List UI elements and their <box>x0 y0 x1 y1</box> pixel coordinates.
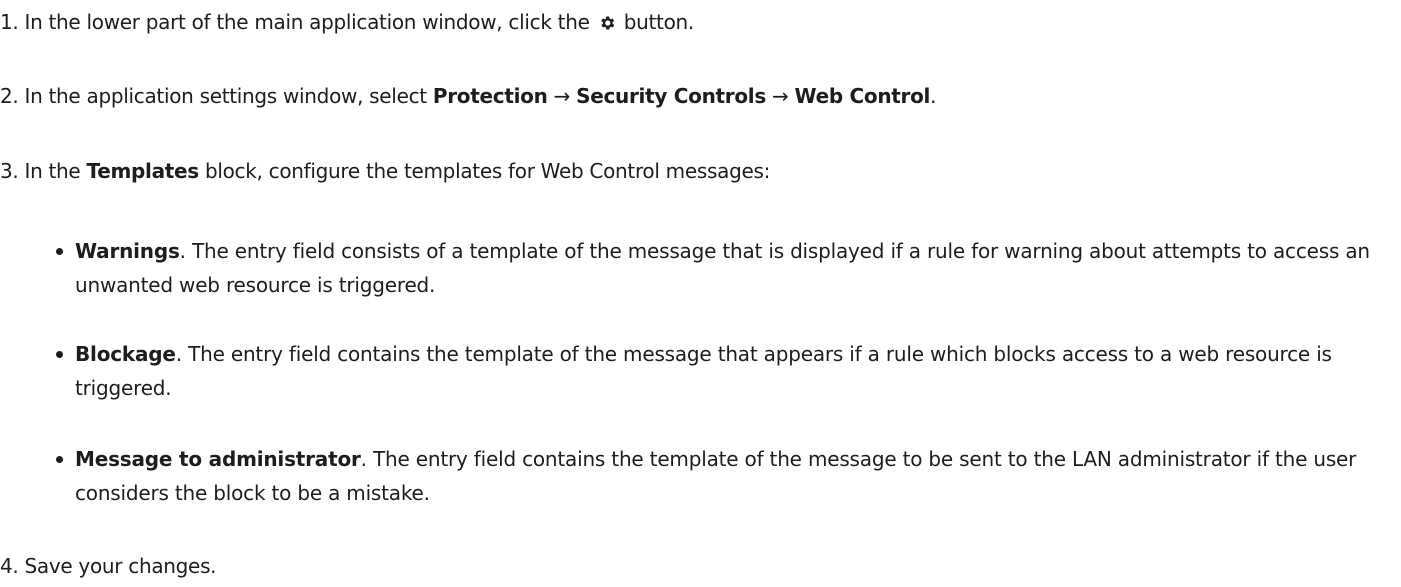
list-item-blockage: Blockage. The entry field contains the t… <box>56 337 1395 405</box>
term-warnings: Warnings <box>75 239 180 263</box>
step-number: 3. <box>0 159 19 183</box>
item-description: . The entry field consists of a template… <box>75 239 1370 297</box>
item-description: . The entry field contains the template … <box>75 342 1332 400</box>
instruction-document: 1. In the lower part of the main applicat… <box>0 0 1401 587</box>
step-3: 3. In the Templates block, configure the … <box>0 157 770 185</box>
step-text-after: block, configure the templates for Web C… <box>204 159 771 183</box>
term-templates: Templates <box>86 159 200 183</box>
step-text: Save your changes. <box>24 554 217 578</box>
step-text: In the application settings window, sele… <box>24 84 427 108</box>
step-text: In the lower part of the main applicatio… <box>24 10 590 34</box>
step-1: 1. In the lower part of the main applicat… <box>0 8 694 36</box>
arrow: → <box>772 84 789 108</box>
arrow: → <box>553 84 571 108</box>
period: . <box>930 84 937 108</box>
step-4: 4. Save your changes. <box>0 552 217 580</box>
list-item-warnings: Warnings. The entry field consists of a … <box>56 234 1395 302</box>
step-number: 4. <box>0 554 19 578</box>
step-number: 2. <box>0 84 19 108</box>
path-security-controls: Security Controls <box>576 84 766 108</box>
path-web-control: Web Control <box>794 84 931 108</box>
step-2: 2. In the application settings window, se… <box>0 82 936 110</box>
term-blockage: Blockage <box>75 342 176 366</box>
gear-icon <box>600 16 614 30</box>
step-text-after: button. <box>623 10 695 34</box>
term-message-to-administrator: Message to administrator <box>75 447 361 471</box>
step-text: In the <box>24 159 81 183</box>
list-item-message-to-administrator: Message to administrator. The entry fiel… <box>56 442 1395 510</box>
path-protection: Protection <box>432 84 548 108</box>
step-number: 1. <box>0 10 19 34</box>
